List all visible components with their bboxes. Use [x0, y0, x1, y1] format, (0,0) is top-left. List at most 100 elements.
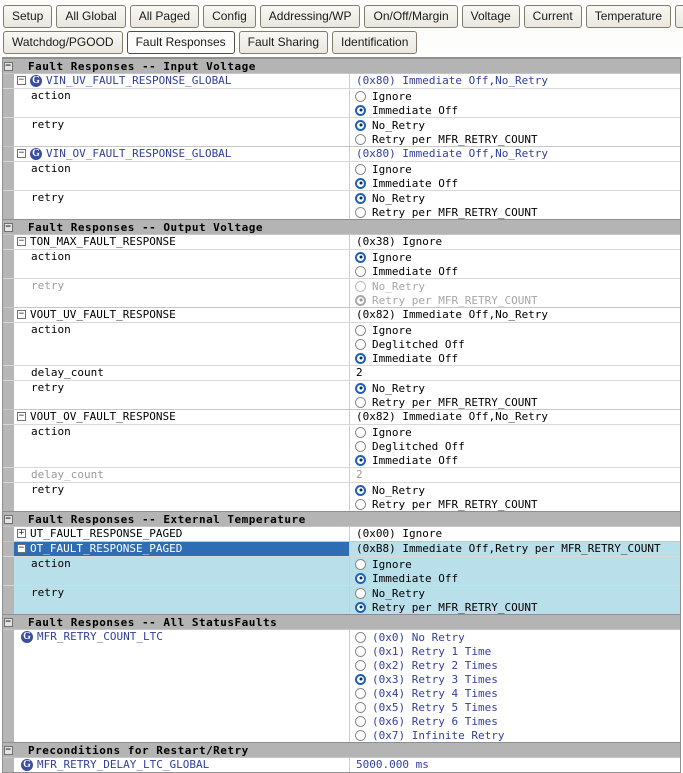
tab-identification[interactable]: Identification — [332, 31, 417, 54]
tab-watchdog-pgood[interactable]: Watchdog/PGOOD — [3, 31, 123, 54]
radio-icon[interactable] — [355, 164, 366, 175]
radio-option[interactable]: Immediate Off — [350, 351, 680, 365]
radio-option[interactable]: Ignore — [350, 250, 680, 264]
radio-option[interactable]: No_Retry — [350, 483, 680, 497]
param-value-cell[interactable]: (0x82) Immediate Off,No_Retry — [350, 410, 680, 424]
radio-icon[interactable] — [355, 730, 366, 741]
radio-option[interactable]: (0x1) Retry 1 Time — [350, 644, 680, 658]
param-name-cell[interactable]: GMFR_RETRY_COUNT_LTC — [14, 630, 350, 742]
radio-icon[interactable] — [355, 134, 366, 145]
radio-icon[interactable] — [355, 588, 366, 599]
tab-fault-responses[interactable]: Fault Responses — [127, 31, 235, 54]
param-name-cell[interactable]: +UT_FAULT_RESPONSE_PAGED — [14, 527, 350, 541]
radio-icon[interactable] — [355, 559, 366, 570]
radio-option[interactable]: (0x6) Retry 6 Times — [350, 714, 680, 728]
collapse-section-icon[interactable]: − — [4, 746, 13, 755]
radio-option[interactable]: Deglitched Off — [350, 439, 680, 453]
param-value-cell[interactable]: 5000.000 ms — [350, 758, 680, 772]
param-value-cell[interactable]: (0xB8) Immediate Off,Retry per MFR_RETRY… — [350, 542, 680, 556]
param-row-vin-uv-fault-response-global[interactable]: −GVIN_UV_FAULT_RESPONSE_GLOBAL(0x80) Imm… — [3, 73, 680, 88]
radio-selected-icon[interactable] — [355, 295, 366, 306]
radio-icon[interactable] — [355, 91, 366, 102]
param-value-cell[interactable]: (0x0) No Retry(0x1) Retry 1 Time(0x2) Re… — [350, 630, 680, 742]
radio-option[interactable]: (0x2) Retry 2 Times — [350, 658, 680, 672]
radio-option[interactable]: Retry per MFR_RETRY_COUNT — [350, 600, 680, 614]
radio-option[interactable]: Immediate Off — [350, 264, 680, 278]
tab-voltage[interactable]: Voltage — [462, 5, 520, 28]
radio-icon[interactable] — [355, 646, 366, 657]
radio-selected-icon[interactable] — [355, 353, 366, 364]
radio-option[interactable]: Immediate Off — [350, 176, 680, 190]
section-header[interactable]: −Fault Responses -- Input Voltage — [3, 58, 680, 73]
radio-option[interactable]: Ignore — [350, 162, 680, 176]
param-row-vout-ov-fault-response[interactable]: −VOUT_OV_FAULT_RESPONSE(0x82) Immediate … — [3, 409, 680, 424]
radio-selected-icon[interactable] — [355, 178, 366, 189]
param-row-ot-fault-response-paged[interactable]: −OT_FAULT_RESPONSE_PAGED(0xB8) Immediate… — [3, 541, 680, 556]
radio-option[interactable]: Ignore — [350, 557, 680, 571]
radio-option[interactable]: Ignore — [350, 323, 680, 337]
radio-option[interactable]: (0x5) Retry 5 Times — [350, 700, 680, 714]
tab-on-off-margin[interactable]: On/Off/Margin — [364, 5, 457, 28]
param-value-cell[interactable]: (0x82) Immediate Off,No_Retry — [350, 308, 680, 322]
param-value-cell[interactable]: (0x00) Ignore — [350, 527, 680, 541]
radio-option[interactable]: (0x7) Infinite Retry — [350, 728, 680, 742]
tab-fault-sharing[interactable]: Fault Sharing — [239, 31, 328, 54]
radio-selected-icon[interactable] — [355, 485, 366, 496]
section-header[interactable]: −Fault Responses -- Output Voltage — [3, 219, 680, 234]
radio-option[interactable]: No_Retry — [350, 381, 680, 395]
collapse-section-icon[interactable]: − — [4, 515, 13, 524]
radio-icon[interactable] — [355, 688, 366, 699]
radio-option[interactable]: No_Retry — [350, 191, 680, 205]
tab-all-global[interactable]: All Global — [56, 5, 125, 28]
radio-option[interactable]: Ignore — [350, 425, 680, 439]
param-row-ton-max-fault-response[interactable]: −TON_MAX_FAULT_RESPONSE(0x38) Ignore — [3, 234, 680, 249]
radio-icon[interactable] — [355, 266, 366, 277]
collapse-param-icon[interactable]: − — [17, 544, 26, 553]
radio-option[interactable]: Immediate Off — [350, 103, 680, 117]
param-row-vout-uv-fault-response[interactable]: −VOUT_UV_FAULT_RESPONSE(0x82) Immediate … — [3, 307, 680, 322]
param-row-vin-ov-fault-response-global[interactable]: −GVIN_OV_FAULT_RESPONSE_GLOBAL(0x80) Imm… — [3, 146, 680, 161]
expand-param-icon[interactable]: + — [17, 529, 26, 538]
radio-icon[interactable] — [355, 441, 366, 452]
radio-icon[interactable] — [355, 339, 366, 350]
collapse-param-icon[interactable]: − — [17, 149, 26, 158]
radio-icon[interactable] — [355, 660, 366, 671]
param-row-ut-fault-response-paged[interactable]: +UT_FAULT_RESPONSE_PAGED(0x00) Ignore — [3, 526, 680, 541]
radio-option[interactable]: Retry per MFR_RETRY_COUNT — [350, 293, 680, 307]
param-value-cell[interactable]: (0x80) Immediate Off,No_Retry — [350, 74, 680, 88]
radio-icon[interactable] — [355, 499, 366, 510]
radio-option[interactable]: Deglitched Off — [350, 337, 680, 351]
param-name-cell[interactable]: −GVIN_UV_FAULT_RESPONSE_GLOBAL — [14, 74, 350, 88]
radio-option[interactable]: Retry per MFR_RETRY_COUNT — [350, 497, 680, 511]
radio-selected-icon[interactable] — [355, 105, 366, 116]
param-name-cell[interactable]: GMFR_RETRY_DELAY_LTC_GLOBAL — [14, 758, 350, 772]
param-row-mfr-retry-delay-ltc-global[interactable]: GMFR_RETRY_DELAY_LTC_GLOBAL5000.000 ms — [3, 757, 680, 772]
radio-selected-icon[interactable] — [355, 120, 366, 131]
radio-icon[interactable] — [355, 325, 366, 336]
collapse-param-icon[interactable]: − — [17, 237, 26, 246]
radio-selected-icon[interactable] — [355, 602, 366, 613]
radio-option[interactable]: No_Retry — [350, 279, 680, 293]
param-name-cell[interactable]: −VOUT_OV_FAULT_RESPONSE — [14, 410, 350, 424]
radio-selected-icon[interactable] — [355, 383, 366, 394]
radio-icon[interactable] — [355, 207, 366, 218]
collapse-section-icon[interactable]: − — [4, 618, 13, 627]
radio-icon[interactable] — [355, 702, 366, 713]
radio-option[interactable]: (0x4) Retry 4 Times — [350, 686, 680, 700]
tab-current[interactable]: Current — [524, 5, 582, 28]
tab-temperature[interactable]: Temperature — [586, 5, 671, 28]
radio-option[interactable]: Retry per MFR_RETRY_COUNT — [350, 205, 680, 219]
section-header[interactable]: −Preconditions for Restart/Retry — [3, 742, 680, 757]
param-name-cell[interactable]: −VOUT_UV_FAULT_RESPONSE — [14, 308, 350, 322]
tab-setup[interactable]: Setup — [3, 5, 52, 28]
tab-addressing-wp[interactable]: Addressing/WP — [260, 5, 361, 28]
radio-selected-icon[interactable] — [355, 252, 366, 263]
param-row-mfr-retry-count-ltc[interactable]: GMFR_RETRY_COUNT_LTC(0x0) No Retry(0x1) … — [3, 629, 680, 742]
radio-icon[interactable] — [355, 281, 366, 292]
radio-option[interactable]: Retry per MFR_RETRY_COUNT — [350, 132, 680, 146]
tab-all-paged[interactable]: All Paged — [130, 5, 199, 28]
section-header[interactable]: −Fault Responses -- All StatusFaults — [3, 614, 680, 629]
radio-icon[interactable] — [355, 632, 366, 643]
param-name-cell[interactable]: −OT_FAULT_RESPONSE_PAGED — [14, 542, 350, 556]
radio-option[interactable]: Ignore — [350, 89, 680, 103]
